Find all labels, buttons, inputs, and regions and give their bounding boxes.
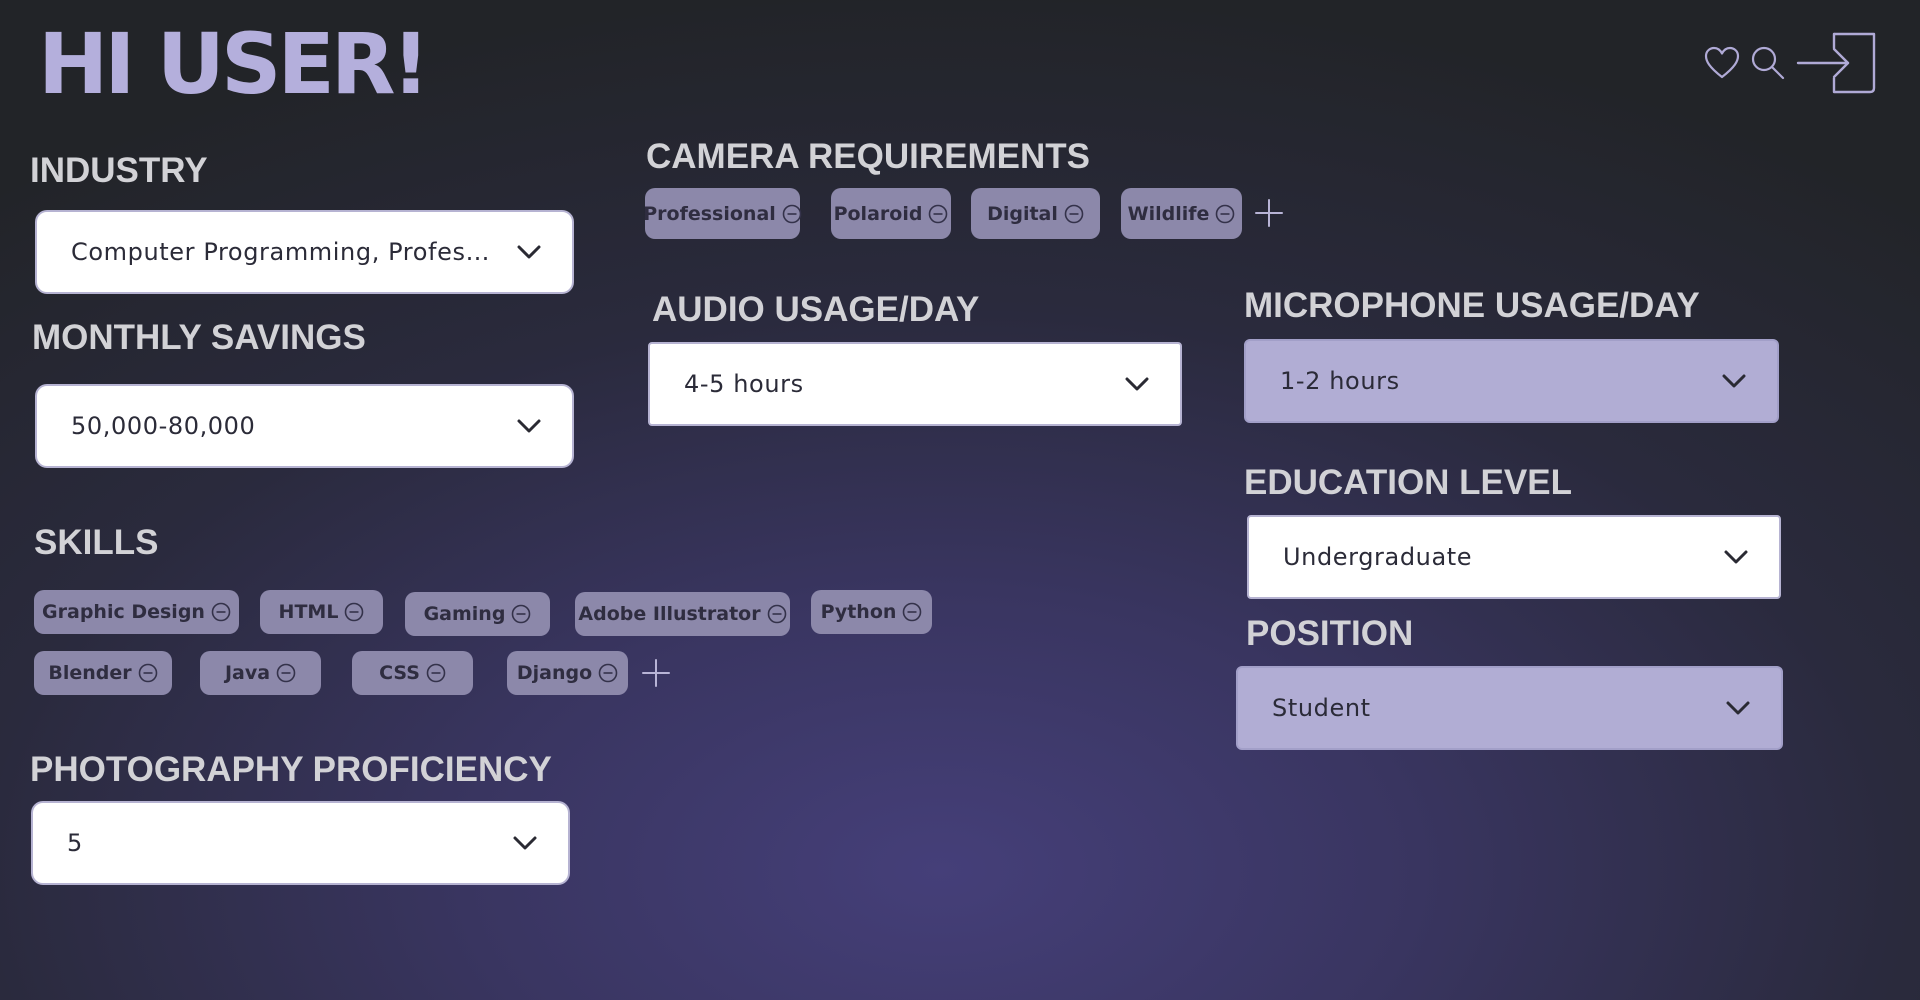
chevron-down-icon <box>517 419 541 433</box>
position-select[interactable]: Student <box>1236 666 1783 750</box>
skill-chip-label: CSS <box>379 662 420 684</box>
microphone-usage-select[interactable]: 1-2 hours <box>1244 339 1779 423</box>
position-label: POSITION <box>1246 614 1414 653</box>
education-level-label: EDUCATION LEVEL <box>1244 463 1572 502</box>
skill-chip[interactable]: HTML <box>260 590 383 634</box>
heart-icon[interactable] <box>1704 46 1740 80</box>
microphone-usage-value: 1-2 hours <box>1280 367 1400 395</box>
skill-chip-label: Adobe Illustrator <box>578 603 761 625</box>
remove-icon[interactable] <box>928 204 948 224</box>
camera-chip[interactable]: Polaroid <box>831 188 951 239</box>
industry-value: Computer Programming, Professi... <box>71 238 502 266</box>
audio-usage-value: 4-5 hours <box>684 370 804 398</box>
monthly-savings-select[interactable]: 50,000-80,000 <box>35 384 574 468</box>
monthly-savings-value: 50,000-80,000 <box>71 412 256 440</box>
skills-label: SKILLS <box>34 523 159 562</box>
education-level-value: Undergraduate <box>1283 543 1473 571</box>
chevron-down-icon <box>1724 550 1748 564</box>
industry-select[interactable]: Computer Programming, Professi... <box>35 210 574 294</box>
chevron-down-icon <box>513 836 537 850</box>
audio-usage-label: AUDIO USAGE/DAY <box>652 290 980 329</box>
skill-chip-label: Python <box>820 601 897 623</box>
header-actions <box>1704 30 1878 96</box>
photography-proficiency-select[interactable]: 5 <box>31 801 570 885</box>
camera-chip[interactable]: Wildlife <box>1121 188 1242 239</box>
position-value: Student <box>1272 694 1371 722</box>
add-camera-requirement-icon[interactable] <box>1253 197 1285 229</box>
camera-chip-label: Polaroid <box>833 202 923 225</box>
skill-chip[interactable]: Java <box>200 651 321 695</box>
remove-icon[interactable] <box>344 602 364 622</box>
photography-proficiency-label: PHOTOGRAPHY PROFICIENCY <box>30 750 552 789</box>
add-skill-icon[interactable] <box>640 657 672 689</box>
camera-chip[interactable]: Professional <box>643 188 802 239</box>
chevron-down-icon <box>517 245 541 259</box>
remove-icon[interactable] <box>902 602 922 622</box>
skill-chip-label: Java <box>224 662 271 684</box>
skill-chip[interactable]: Python <box>811 590 932 634</box>
camera-requirements-label: CAMERA REQUIREMENTS <box>646 137 1090 176</box>
chevron-down-icon <box>1125 377 1149 391</box>
skill-chip-label: Gaming <box>423 603 506 625</box>
remove-icon[interactable] <box>767 604 787 624</box>
skill-chip-label: HTML <box>278 601 339 623</box>
skill-chip[interactable]: Graphic Design <box>34 590 239 634</box>
camera-chip-label: Digital <box>987 202 1058 225</box>
camera-chip[interactable]: Digital <box>971 188 1100 239</box>
remove-icon[interactable] <box>782 204 802 224</box>
skill-chip-label: Django <box>516 662 593 684</box>
skill-chip-label: Blender <box>48 662 132 684</box>
greeting-title: HI USER! <box>38 15 430 113</box>
microphone-usage-label: MICROPHONE USAGE/DAY <box>1244 286 1700 325</box>
remove-icon[interactable] <box>138 663 158 683</box>
monthly-savings-label: MONTHLY SAVINGS <box>32 318 366 357</box>
remove-icon[interactable] <box>1215 204 1235 224</box>
remove-icon[interactable] <box>426 663 446 683</box>
search-icon[interactable] <box>1750 45 1786 81</box>
camera-chip-label: Wildlife <box>1127 202 1210 225</box>
skill-chip[interactable]: CSS <box>352 651 473 695</box>
skill-chip-label: Graphic Design <box>42 601 205 623</box>
education-level-select[interactable]: Undergraduate <box>1247 515 1781 599</box>
chevron-down-icon <box>1722 374 1746 388</box>
industry-label: INDUSTRY <box>30 151 208 190</box>
remove-icon[interactable] <box>511 604 531 624</box>
skill-chip[interactable]: Gaming <box>405 592 550 636</box>
skill-chip[interactable]: Adobe Illustrator <box>575 592 790 636</box>
remove-icon[interactable] <box>211 602 231 622</box>
audio-usage-select[interactable]: 4-5 hours <box>648 342 1182 426</box>
remove-icon[interactable] <box>276 663 296 683</box>
chevron-down-icon <box>1726 701 1750 715</box>
remove-icon[interactable] <box>598 663 618 683</box>
sign-in-icon[interactable] <box>1796 30 1878 96</box>
camera-chip-label: Professional <box>643 202 776 225</box>
skill-chip[interactable]: Blender <box>34 651 172 695</box>
photography-proficiency-value: 5 <box>67 829 83 857</box>
remove-icon[interactable] <box>1064 204 1084 224</box>
skill-chip[interactable]: Django <box>507 651 628 695</box>
